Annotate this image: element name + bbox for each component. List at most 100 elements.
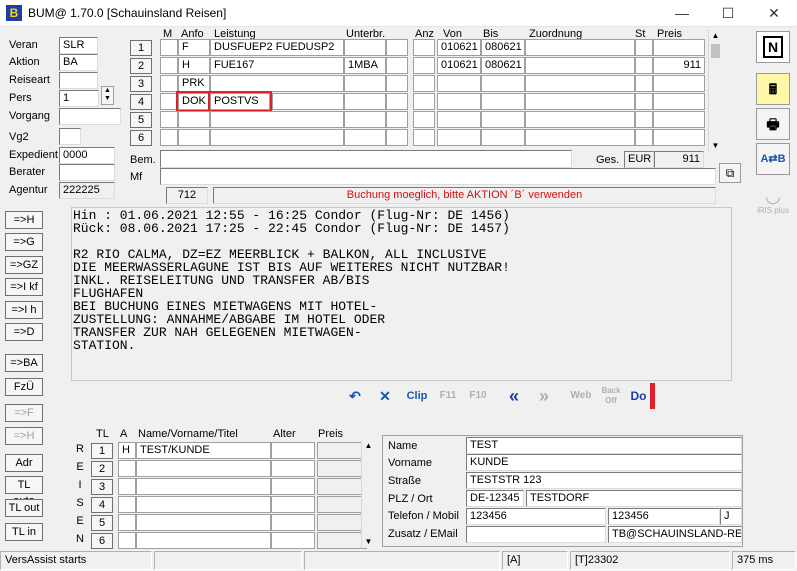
mobil-flag-field[interactable]: J bbox=[720, 508, 742, 525]
pers-field[interactable]: 1 bbox=[59, 90, 99, 107]
traveler-4-name[interactable] bbox=[136, 496, 271, 513]
traveler-3-a[interactable] bbox=[118, 478, 136, 495]
scroll-thumb[interactable] bbox=[711, 44, 720, 58]
row-6-preis[interactable] bbox=[653, 129, 705, 146]
row-4-anfo[interactable]: DOK bbox=[176, 91, 212, 112]
row-2-leistung[interactable]: FUE167 bbox=[210, 57, 344, 74]
row-5-anfo[interactable] bbox=[178, 111, 210, 128]
row-4-extra[interactable] bbox=[386, 93, 408, 110]
fzu-button[interactable]: FzÜ bbox=[5, 378, 43, 396]
new-document-icon[interactable]: N bbox=[756, 31, 790, 63]
traveler-6-a[interactable] bbox=[118, 532, 136, 549]
row-1-anz[interactable] bbox=[413, 39, 435, 56]
row-3-von[interactable] bbox=[437, 75, 481, 92]
row-2-st[interactable] bbox=[635, 57, 653, 74]
row-6-unterbr[interactable] bbox=[344, 129, 386, 146]
row-4-leistung[interactable]: POSTVS bbox=[208, 91, 272, 112]
traveler-1-button[interactable]: 1 bbox=[91, 443, 113, 459]
traveler-4-button[interactable]: 4 bbox=[91, 497, 113, 513]
traveler-scrollbar[interactable]: ▲ ▼ bbox=[361, 440, 375, 548]
vorname-field[interactable]: KUNDE bbox=[466, 454, 742, 471]
row-6-anfo[interactable] bbox=[178, 129, 210, 146]
goto-g-button[interactable]: =>G bbox=[5, 233, 43, 251]
traveler-3-name[interactable] bbox=[136, 478, 271, 495]
row-2-bis[interactable]: 080621 bbox=[481, 57, 525, 74]
goto-ih-button[interactable]: =>I h bbox=[5, 301, 43, 319]
row-1-bis[interactable]: 080621 bbox=[481, 39, 525, 56]
row-3-anz[interactable] bbox=[413, 75, 435, 92]
row-2-preis[interactable]: 911 bbox=[653, 57, 705, 74]
goto-ikf-button[interactable]: =>I kf bbox=[5, 278, 43, 296]
expedient-field[interactable]: 0000 bbox=[59, 147, 115, 164]
row-3-leistung[interactable] bbox=[210, 75, 344, 92]
minimize-button[interactable]: — bbox=[659, 0, 705, 27]
pers-spinner[interactable]: ▲ ▼ bbox=[101, 86, 114, 105]
mf-field[interactable] bbox=[160, 168, 716, 185]
scroll-up-icon[interactable]: ▲ bbox=[709, 30, 722, 42]
translate-icon[interactable]: A⇄B bbox=[756, 143, 790, 175]
scroll-down-icon[interactable]: ▼ bbox=[709, 140, 722, 152]
row-2-extra[interactable] bbox=[386, 57, 408, 74]
row-4-zuordnung[interactable] bbox=[525, 93, 635, 110]
tl-in-button[interactable]: TL in bbox=[5, 523, 43, 541]
row-6-anz[interactable] bbox=[413, 129, 435, 146]
maximize-button[interactable]: ☐ bbox=[705, 0, 751, 27]
goto-f-button[interactable]: =>F bbox=[5, 404, 43, 422]
scroll-up-icon[interactable]: ▲ bbox=[362, 440, 375, 452]
vorgang-field[interactable] bbox=[59, 108, 121, 125]
adr-button[interactable]: Adr bbox=[5, 454, 43, 472]
row-4-leistung-rest[interactable] bbox=[272, 93, 344, 110]
bem-field[interactable] bbox=[160, 150, 572, 168]
row-5-m[interactable] bbox=[160, 111, 178, 128]
traveler-2-a[interactable] bbox=[118, 460, 136, 477]
goto-h-button[interactable]: =>H bbox=[5, 211, 43, 229]
row-3-unterbr[interactable] bbox=[344, 75, 386, 92]
info-text-area[interactable]: Hin : 01.06.2021 12:55 - 16:25 Condor (F… bbox=[71, 207, 732, 381]
row-6-zuordnung[interactable] bbox=[525, 129, 635, 146]
row-3-bis[interactable] bbox=[481, 75, 525, 92]
traveler-1-alter[interactable] bbox=[271, 442, 315, 459]
row-6-leistung[interactable] bbox=[210, 129, 344, 146]
goto-ba-button[interactable]: =>BA bbox=[5, 354, 43, 372]
close-button[interactable]: ✕ bbox=[751, 0, 797, 27]
row-5-st[interactable] bbox=[635, 111, 653, 128]
row-3-st[interactable] bbox=[635, 75, 653, 92]
row-4-button[interactable]: 4 bbox=[130, 94, 152, 110]
traveler-4-alter[interactable] bbox=[271, 496, 315, 513]
iris-plus-icon[interactable]: ◡ iRIS.plus bbox=[756, 186, 790, 222]
row-1-preis[interactable] bbox=[653, 39, 705, 56]
scroll-down-icon[interactable]: ▼ bbox=[362, 536, 375, 548]
veran-field[interactable]: SLR bbox=[59, 37, 98, 54]
row-4-m[interactable] bbox=[160, 93, 178, 110]
row-2-m[interactable] bbox=[160, 57, 178, 74]
row-4-anz[interactable] bbox=[413, 93, 435, 110]
vg2-field[interactable] bbox=[59, 128, 81, 145]
row-1-zuordnung[interactable] bbox=[525, 39, 635, 56]
row-5-bis[interactable] bbox=[481, 111, 525, 128]
row-1-unterbr[interactable] bbox=[344, 39, 386, 56]
cancel-icon[interactable]: ✕ bbox=[371, 383, 399, 409]
traveler-6-name[interactable] bbox=[136, 532, 271, 549]
goto-gz-button[interactable]: =>GZ bbox=[5, 256, 43, 274]
traveler-5-alter[interactable] bbox=[271, 514, 315, 531]
row-1-button[interactable]: 1 bbox=[130, 40, 152, 56]
plz-field[interactable]: DE-12345 bbox=[466, 490, 524, 507]
row-2-anz[interactable] bbox=[413, 57, 435, 74]
tl-out-button[interactable]: TL out bbox=[5, 499, 43, 517]
row-3-preis[interactable] bbox=[653, 75, 705, 92]
row-2-zuordnung[interactable] bbox=[525, 57, 635, 74]
row-5-extra[interactable] bbox=[386, 111, 408, 128]
row-2-von[interactable]: 010621 bbox=[437, 57, 481, 74]
traveler-1-name[interactable]: TEST/KUNDE bbox=[136, 442, 271, 459]
traveler-4-a[interactable] bbox=[118, 496, 136, 513]
row-6-m[interactable] bbox=[160, 129, 178, 146]
print-icon[interactable]: 🖶 bbox=[756, 108, 790, 140]
goto-d-button[interactable]: =>D bbox=[5, 323, 43, 341]
web-button[interactable]: Web bbox=[567, 383, 595, 409]
row-5-unterbr[interactable] bbox=[344, 111, 386, 128]
row-2-button[interactable]: 2 bbox=[130, 58, 152, 74]
row-3-extra[interactable] bbox=[386, 75, 408, 92]
clip-button[interactable]: Clip bbox=[401, 383, 433, 409]
backoffice-button[interactable]: Back Off bbox=[597, 383, 625, 409]
traveler-5-button[interactable]: 5 bbox=[91, 515, 113, 531]
